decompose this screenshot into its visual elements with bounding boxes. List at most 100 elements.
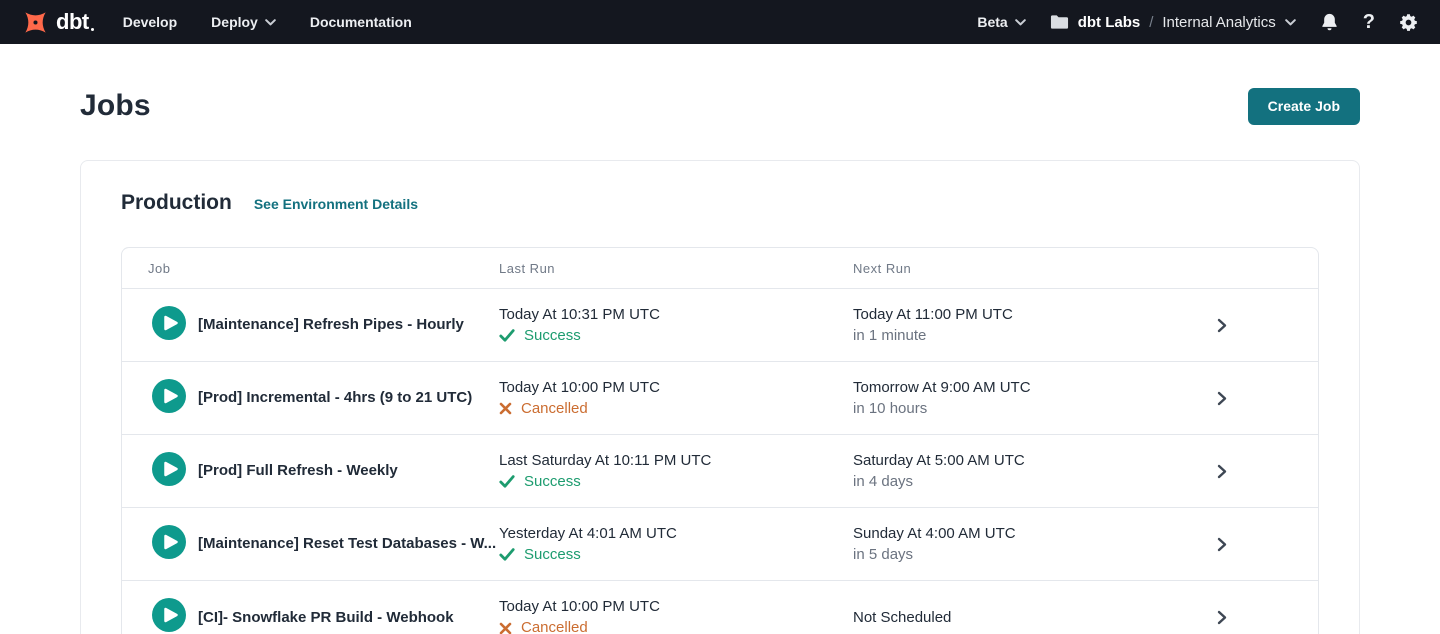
chevron-right-icon[interactable] bbox=[1217, 318, 1227, 333]
check-icon bbox=[499, 547, 515, 562]
chevron-right-icon[interactable] bbox=[1217, 391, 1227, 406]
check-icon bbox=[499, 328, 515, 343]
nav-item-label: Deploy bbox=[211, 14, 258, 30]
environment-card: Production See Environment Details Job L… bbox=[80, 160, 1360, 634]
dbt-logo-wordmark: dbt bbox=[56, 11, 89, 33]
last-run-status: Success bbox=[499, 545, 853, 565]
row-chevron-cell bbox=[1207, 391, 1227, 406]
next-run-cell: Tomorrow At 9:00 AM UTC in 10 hours bbox=[853, 378, 1207, 419]
table-row[interactable]: [Prod] Full Refresh - Weekly Last Saturd… bbox=[122, 435, 1318, 508]
project-switcher[interactable]: dbt Labs / Internal Analytics bbox=[1050, 14, 1296, 31]
last-run-cell: Today At 10:00 PM UTC Cancelled bbox=[499, 597, 853, 634]
beta-label: Beta bbox=[977, 14, 1007, 30]
next-run-cell: Saturday At 5:00 AM UTC in 4 days bbox=[853, 451, 1207, 492]
next-run-time: Tomorrow At 9:00 AM UTC bbox=[853, 378, 1207, 398]
row-chevron-cell bbox=[1207, 537, 1227, 552]
column-header-last-run: Last Run bbox=[499, 261, 853, 276]
help-button[interactable]: ? bbox=[1363, 12, 1375, 32]
job-name[interactable]: [Maintenance] Refresh Pipes - Hourly bbox=[198, 316, 464, 333]
nav-item-label: Documentation bbox=[310, 14, 412, 30]
chevron-down-icon bbox=[265, 19, 276, 26]
next-run-relative: in 4 days bbox=[853, 472, 1207, 492]
status-label: Cancelled bbox=[521, 618, 588, 634]
chevron-right-icon[interactable] bbox=[1217, 610, 1227, 625]
job-name-cell: [Maintenance] Refresh Pipes - Hourly bbox=[198, 316, 499, 334]
row-chevron-cell bbox=[1207, 610, 1227, 625]
status-label: Success bbox=[524, 326, 581, 346]
next-run-relative: in 5 days bbox=[853, 545, 1207, 565]
job-play-cell bbox=[152, 306, 198, 345]
chevron-right-icon[interactable] bbox=[1217, 464, 1227, 479]
dbt-logo[interactable]: dbt bbox=[22, 9, 89, 36]
beta-dropdown[interactable]: Beta bbox=[977, 14, 1025, 30]
table-row[interactable]: [Prod] Incremental - 4hrs (9 to 21 UTC) … bbox=[122, 362, 1318, 435]
chevron-down-icon bbox=[1285, 19, 1296, 26]
folder-icon bbox=[1050, 14, 1069, 30]
table-row[interactable]: [Maintenance] Refresh Pipes - Hourly Tod… bbox=[122, 289, 1318, 362]
nav-item-label: Develop bbox=[123, 14, 177, 30]
x-icon bbox=[499, 402, 512, 415]
nav-item-documentation[interactable]: Documentation bbox=[310, 14, 412, 30]
dbt-logo-icon bbox=[22, 9, 49, 36]
next-run-time: Not Scheduled bbox=[853, 608, 1207, 628]
next-run-time: Today At 11:00 PM UTC bbox=[853, 305, 1207, 325]
nav-item-deploy[interactable]: Deploy bbox=[211, 14, 276, 30]
help-icon: ? bbox=[1363, 12, 1375, 32]
run-job-play-icon[interactable] bbox=[152, 379, 186, 413]
notifications-button[interactable] bbox=[1320, 12, 1339, 32]
last-run-status: Cancelled bbox=[499, 618, 853, 634]
next-run-cell: Not Scheduled bbox=[853, 608, 1207, 628]
page-title: Jobs bbox=[80, 89, 151, 123]
last-run-time: Today At 10:31 PM UTC bbox=[499, 305, 853, 325]
breadcrumb-separator: / bbox=[1149, 14, 1153, 31]
jobs-table-body: [Maintenance] Refresh Pipes - Hourly Tod… bbox=[122, 289, 1318, 634]
last-run-cell: Yesterday At 4:01 AM UTC Success bbox=[499, 524, 853, 565]
last-run-time: Today At 10:00 PM UTC bbox=[499, 597, 853, 617]
row-chevron-cell bbox=[1207, 464, 1227, 479]
column-header-job: Job bbox=[148, 261, 499, 276]
jobs-table: Job Last Run Next Run [Maintenance] Refr… bbox=[121, 247, 1319, 634]
last-run-cell: Last Saturday At 10:11 PM UTC Success bbox=[499, 451, 853, 492]
environment-name: Production bbox=[121, 191, 232, 215]
job-name[interactable]: [Prod] Full Refresh - Weekly bbox=[198, 462, 398, 479]
run-job-play-icon[interactable] bbox=[152, 452, 186, 486]
job-name[interactable]: [Maintenance] Reset Test Databases - W..… bbox=[198, 535, 496, 552]
next-run-time: Sunday At 4:00 AM UTC bbox=[853, 524, 1207, 544]
nav-item-develop[interactable]: Develop bbox=[123, 14, 177, 30]
job-name[interactable]: [Prod] Incremental - 4hrs (9 to 21 UTC) bbox=[198, 389, 472, 406]
see-environment-details-link[interactable]: See Environment Details bbox=[254, 196, 418, 212]
chevron-down-icon bbox=[1015, 19, 1026, 26]
main-nav: Develop Deploy Documentation bbox=[123, 14, 412, 30]
page-header: Jobs Create Job bbox=[80, 84, 1360, 128]
settings-button[interactable] bbox=[1399, 13, 1418, 32]
job-name[interactable]: [CI]- Snowflake PR Build - Webhook bbox=[198, 609, 454, 626]
last-run-time: Last Saturday At 10:11 PM UTC bbox=[499, 451, 853, 471]
job-name-cell: [CI]- Snowflake PR Build - Webhook bbox=[198, 609, 499, 627]
job-name-cell: [Prod] Incremental - 4hrs (9 to 21 UTC) bbox=[198, 389, 499, 407]
x-icon bbox=[499, 622, 512, 634]
job-play-cell bbox=[152, 379, 198, 418]
gear-icon bbox=[1399, 13, 1418, 32]
chevron-right-icon[interactable] bbox=[1217, 537, 1227, 552]
last-run-cell: Today At 10:31 PM UTC Success bbox=[499, 305, 853, 346]
last-run-status: Success bbox=[499, 326, 853, 346]
next-run-cell: Sunday At 4:00 AM UTC in 5 days bbox=[853, 524, 1207, 565]
next-run-relative: in 10 hours bbox=[853, 399, 1207, 419]
table-row[interactable]: [CI]- Snowflake PR Build - Webhook Today… bbox=[122, 581, 1318, 634]
run-job-play-icon[interactable] bbox=[152, 525, 186, 559]
next-run-relative: in 1 minute bbox=[853, 326, 1207, 346]
status-label: Success bbox=[524, 545, 581, 565]
job-play-cell bbox=[152, 598, 198, 634]
run-job-play-icon[interactable] bbox=[152, 306, 186, 340]
status-label: Cancelled bbox=[521, 399, 588, 419]
create-job-button[interactable]: Create Job bbox=[1248, 88, 1360, 125]
top-navbar: dbt Develop Deploy Documentation Beta bbox=[0, 0, 1440, 44]
last-run-status: Success bbox=[499, 472, 853, 492]
run-job-play-icon[interactable] bbox=[152, 598, 186, 632]
check-icon bbox=[499, 474, 515, 489]
jobs-table-header: Job Last Run Next Run bbox=[122, 248, 1318, 289]
last-run-time: Today At 10:00 PM UTC bbox=[499, 378, 853, 398]
environment-header: Production See Environment Details bbox=[121, 191, 1319, 219]
table-row[interactable]: [Maintenance] Reset Test Databases - W..… bbox=[122, 508, 1318, 581]
account-name: dbt Labs bbox=[1078, 14, 1141, 31]
